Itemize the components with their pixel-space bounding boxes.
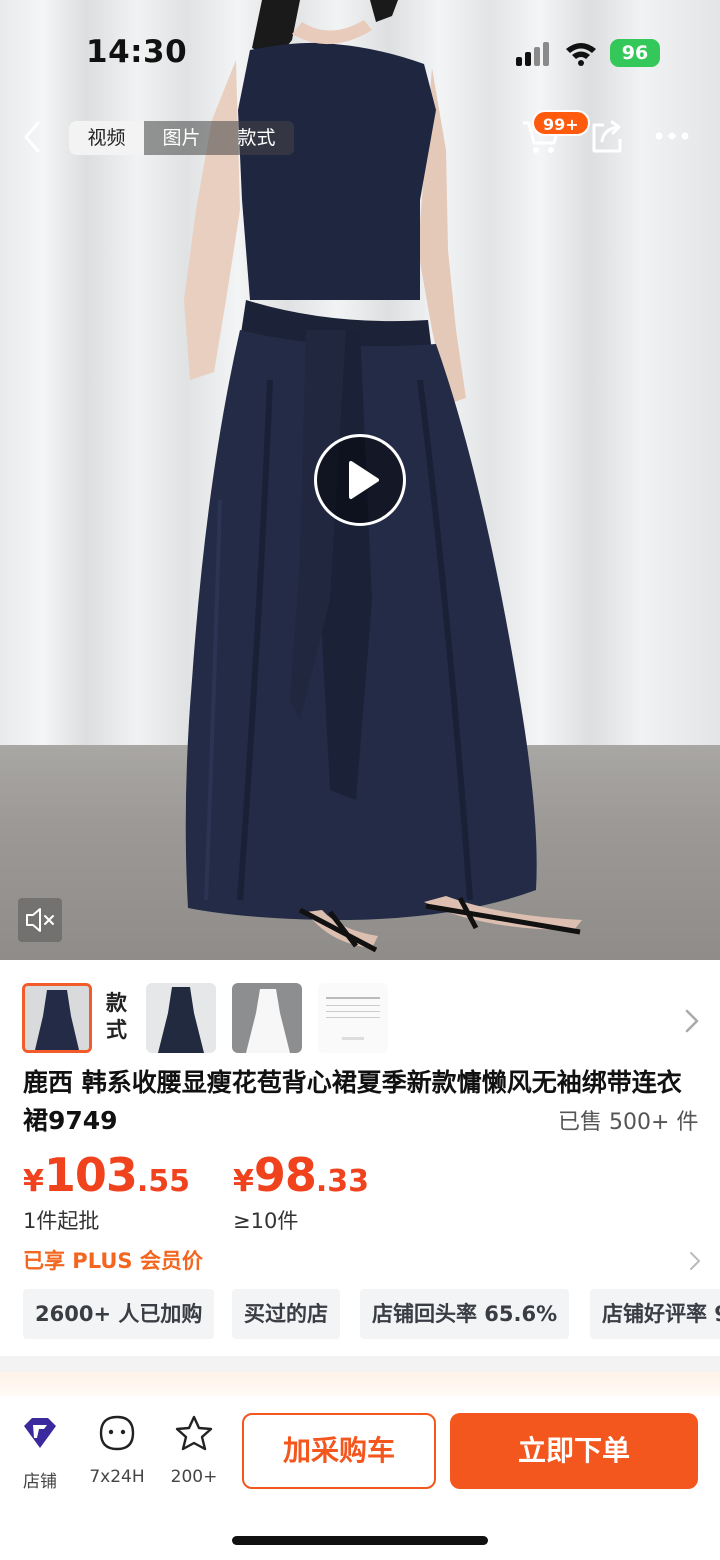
price-tier-1-condition: 1件起批	[23, 1209, 100, 1233]
section-divider	[0, 1356, 720, 1372]
style-thumb-image	[25, 986, 89, 1050]
cart-count-badge: 99+	[532, 110, 590, 136]
wifi-icon	[566, 43, 596, 66]
play-button[interactable]	[314, 434, 406, 526]
chevron-right-icon[interactable]	[688, 1250, 702, 1272]
status-bar: 14:30 96	[0, 0, 720, 100]
tag-bought-shops: 买过的店	[232, 1289, 340, 1339]
tab-video[interactable]: 视频	[69, 121, 144, 155]
tab-styles[interactable]: 款式	[219, 121, 294, 155]
style-label: 款式	[106, 991, 127, 1042]
chevron-right-icon[interactable]	[684, 1008, 700, 1034]
star-icon	[175, 1415, 213, 1451]
price-tier-1: ¥103.55	[23, 1148, 191, 1202]
style-thumb-3[interactable]	[232, 983, 302, 1053]
home-indicator	[232, 1536, 488, 1545]
product-detail-screen: 14:30 96 视频 图片 款式 99+ 款式 鹿西 韩系收腰显瘦花苞背心裙夏…	[0, 0, 720, 1560]
tag-good-rating-rate: 店铺好评率 9	[590, 1289, 720, 1339]
price-tier-2-condition: ≥10件	[233, 1209, 299, 1233]
play-icon	[349, 461, 379, 499]
style-thumb-1[interactable]	[22, 983, 92, 1053]
promo-section-peek	[0, 1372, 720, 1396]
favorite-button[interactable]: 200+	[159, 1414, 229, 1487]
cellular-signal-icon	[516, 42, 554, 66]
style-selector: 款式	[0, 960, 720, 1060]
speaker-muted-icon	[26, 908, 54, 932]
product-tags: 2600+ 人已加购 买过的店 店铺回头率 65.6% 店铺好评率 9	[23, 1289, 720, 1341]
price-tier-2: ¥98.33	[233, 1148, 370, 1202]
media-tab-switcher: 视频 图片 款式	[69, 121, 294, 155]
sold-count: 已售 500+ 件	[558, 1110, 699, 1135]
mute-toggle-button[interactable]	[18, 898, 62, 942]
chat-face-icon	[99, 1415, 135, 1451]
style-thumb-2[interactable]	[146, 983, 216, 1053]
customer-service-button[interactable]: 7x24H	[82, 1414, 152, 1487]
share-icon[interactable]	[590, 119, 624, 155]
shop-logo-icon	[24, 1418, 56, 1448]
add-to-cart-button[interactable]: 加采购车	[242, 1413, 436, 1489]
plus-member-price[interactable]: 已享 PLUS 会员价	[23, 1245, 203, 1275]
style-thumb-4[interactable]	[318, 983, 388, 1053]
style-thumb-image	[232, 983, 302, 1053]
tab-images[interactable]: 图片	[144, 121, 219, 155]
status-time: 14:30	[86, 34, 188, 70]
size-chart-thumb-image	[318, 983, 388, 1053]
tag-added-to-cart: 2600+ 人已加购	[23, 1289, 215, 1339]
tag-repurchase-rate: 店铺回头率 65.6%	[360, 1289, 570, 1339]
style-thumb-image	[146, 983, 216, 1053]
more-icon[interactable]	[654, 131, 690, 141]
buy-now-button[interactable]: 立即下单	[450, 1413, 698, 1489]
shop-button[interactable]: 店铺	[5, 1414, 75, 1492]
chevron-left-icon[interactable]	[14, 117, 50, 157]
battery-indicator: 96	[610, 39, 660, 67]
